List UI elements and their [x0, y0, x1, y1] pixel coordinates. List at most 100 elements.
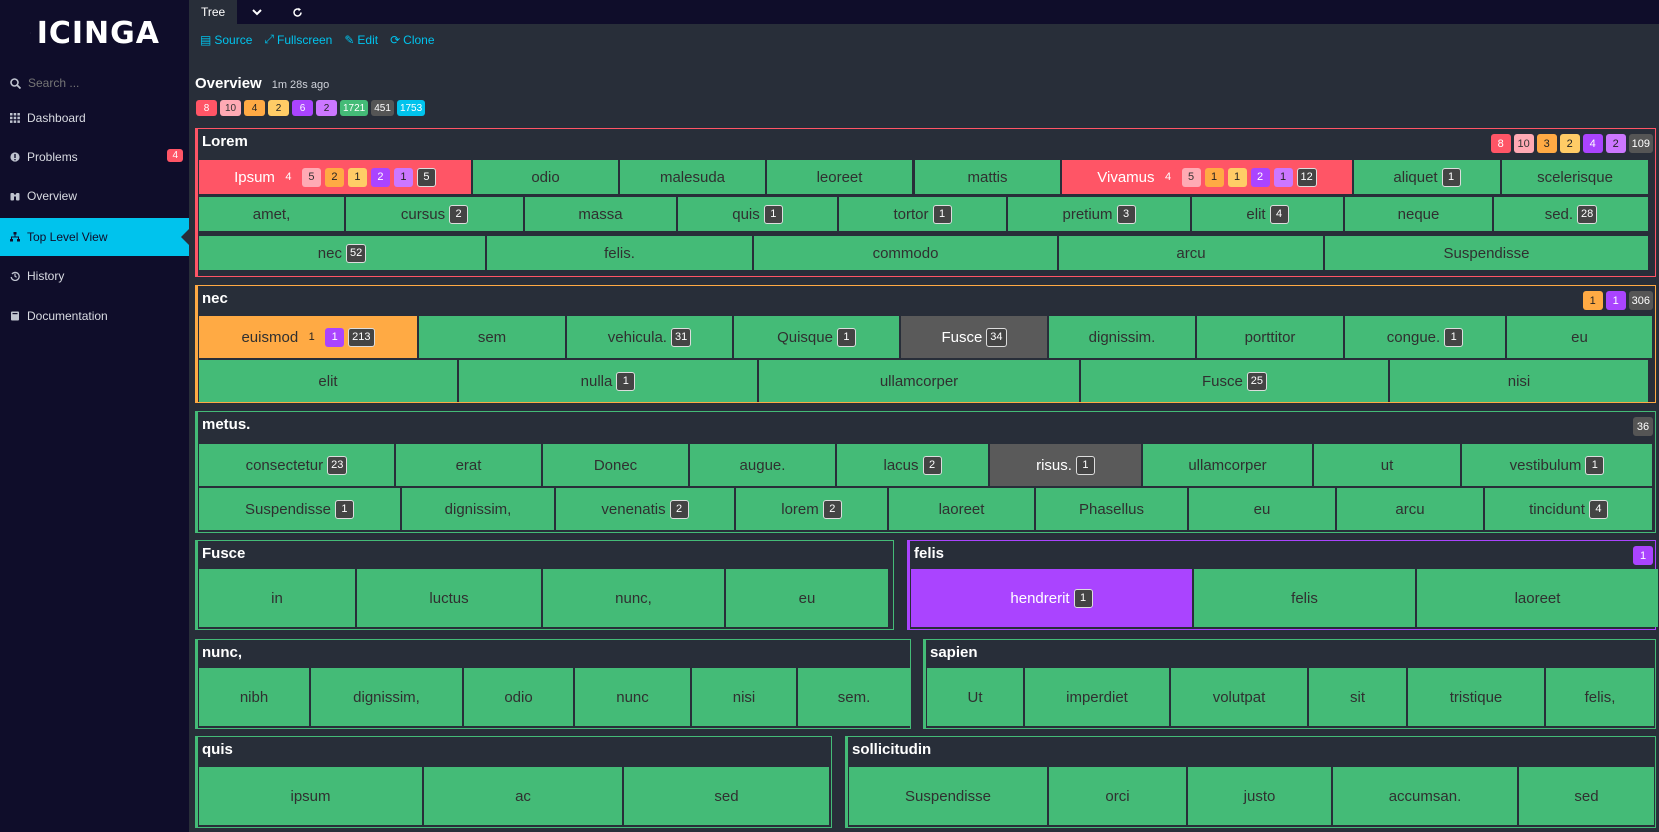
- state-count-badge[interactable]: 4: [1588, 499, 1608, 519]
- node-tile[interactable]: nibh: [199, 668, 309, 726]
- state-count-badge[interactable]: 5: [1181, 167, 1201, 187]
- state-count-badge[interactable]: 4: [278, 167, 298, 187]
- node-tile[interactable]: scelerisque: [1502, 160, 1648, 194]
- group-sapien[interactable]: sapien Ut imperdiet volutpat sit tristique fel…: [923, 639, 1656, 729]
- state-count-badge[interactable]: 34: [986, 327, 1007, 347]
- group-title[interactable]: metus.: [202, 416, 250, 433]
- group-nunc[interactable]: nunc, nibh dignissim, odio nunc nisi sem.: [195, 639, 911, 729]
- state-count-badge[interactable]: 10: [1513, 134, 1534, 153]
- refresh-icon[interactable]: [277, 0, 317, 24]
- node-tile[interactable]: neque: [1345, 197, 1492, 231]
- state-count-badge[interactable]: 1: [1204, 167, 1224, 187]
- node-tile[interactable]: accumsan.: [1333, 767, 1517, 825]
- node-tile[interactable]: felis: [1194, 569, 1415, 627]
- node-tile[interactable]: aliquet 1: [1354, 160, 1500, 194]
- state-count-badge[interactable]: 2: [1559, 134, 1580, 153]
- state-count-badge[interactable]: 4: [244, 100, 265, 116]
- state-count-badge[interactable]: 36: [1633, 417, 1653, 436]
- state-count-badge[interactable]: 2: [669, 499, 689, 519]
- state-count-badge[interactable]: 1: [836, 327, 856, 347]
- group-title[interactable]: quis: [202, 741, 233, 758]
- group-title[interactable]: Fusce: [202, 545, 245, 562]
- node-tile[interactable]: nec 52: [199, 236, 485, 270]
- group-quis[interactable]: quis ipsum ac sed: [195, 736, 832, 828]
- search-input[interactable]: [28, 76, 178, 90]
- state-count-badge[interactable]: 1: [616, 371, 636, 391]
- edit-link[interactable]: ✎ Edit: [344, 32, 378, 47]
- state-count-badge[interactable]: 1: [393, 167, 413, 187]
- node-tile[interactable]: augue.: [690, 444, 835, 486]
- state-count-badge[interactable]: 2: [822, 499, 842, 519]
- state-count-badge[interactable]: 1: [763, 204, 783, 224]
- sidebar-item-top-level-view[interactable]: Top Level View: [0, 218, 189, 256]
- node-tile[interactable]: odio: [473, 160, 618, 194]
- node-tile[interactable]: arcu: [1337, 488, 1483, 530]
- node-tile[interactable]: Fusce 25: [1081, 360, 1388, 402]
- node-tile[interactable]: quis 1: [678, 197, 837, 231]
- node-tile[interactable]: tristique: [1408, 668, 1544, 726]
- node-tile[interactable]: dignissim,: [311, 668, 462, 726]
- state-count-badge[interactable]: 2: [449, 204, 469, 224]
- node-tile[interactable]: ullamcorper: [759, 360, 1079, 402]
- sidebar-item-overview[interactable]: Overview: [0, 177, 189, 215]
- node-tile[interactable]: sed: [1519, 767, 1654, 825]
- node-tile[interactable]: erat: [396, 444, 541, 486]
- node-tile[interactable]: nisi: [692, 668, 796, 726]
- node-tile[interactable]: ullamcorper: [1143, 444, 1312, 486]
- node-tile[interactable]: vehicula. 31: [567, 316, 732, 358]
- node-tile[interactable]: malesuda: [620, 160, 765, 194]
- state-count-badge[interactable]: 1: [302, 327, 322, 347]
- node-tile[interactable]: lorem 2: [736, 488, 887, 530]
- node-tile[interactable]: Suspendisse: [1325, 236, 1648, 270]
- node-tile[interactable]: Ipsum 4 5 2 1 2 1 5: [199, 160, 471, 194]
- sidebar-item-dashboard[interactable]: Dashboard: [0, 99, 189, 137]
- state-count-badge[interactable]: 1: [1605, 291, 1626, 310]
- node-tile[interactable]: hendrerit 1: [911, 569, 1192, 627]
- state-count-badge[interactable]: 1: [325, 327, 345, 347]
- sidebar-item-history[interactable]: History: [0, 257, 189, 295]
- state-count-badge[interactable]: 2: [268, 100, 289, 116]
- node-tile[interactable]: amet,: [199, 197, 344, 231]
- state-count-badge[interactable]: 25: [1246, 371, 1268, 391]
- node-tile[interactable]: imperdiet: [1025, 668, 1169, 726]
- node-tile[interactable]: euismod 1 1 213: [199, 316, 417, 358]
- state-count-badge[interactable]: 1: [1227, 167, 1247, 187]
- group-title[interactable]: nec: [202, 290, 228, 307]
- node-tile[interactable]: nulla 1: [459, 360, 757, 402]
- node-tile[interactable]: elit: [199, 360, 457, 402]
- node-tile[interactable]: pretium 3: [1008, 197, 1190, 231]
- state-count-badge[interactable]: 3: [1116, 204, 1136, 224]
- node-tile[interactable]: sit: [1309, 668, 1406, 726]
- node-tile[interactable]: dignissim.: [1049, 316, 1195, 358]
- node-tile[interactable]: nisi: [1390, 360, 1648, 402]
- node-tile[interactable]: in: [199, 569, 355, 627]
- node-tile[interactable]: vestibulum 1: [1462, 444, 1652, 486]
- chevron-down-icon[interactable]: [237, 0, 277, 24]
- node-tile[interactable]: tortor 1: [839, 197, 1006, 231]
- state-count-badge[interactable]: 2: [370, 167, 390, 187]
- state-count-badge[interactable]: 10: [220, 100, 241, 116]
- state-count-badge[interactable]: 109: [1628, 134, 1653, 153]
- node-tile[interactable]: porttitor: [1197, 316, 1343, 358]
- group-lorem[interactable]: Lorem 8 10 3 2 4 2 109 Ipsum 4 5 2 1 2 1 5 odio malesuda l…: [195, 128, 1656, 277]
- state-count-badge[interactable]: 23: [327, 455, 348, 475]
- clone-link[interactable]: ⟳ Clone: [390, 32, 434, 47]
- node-tile[interactable]: ipsum: [199, 767, 422, 825]
- node-tile[interactable]: laoreet: [889, 488, 1034, 530]
- node-tile[interactable]: risus. 1: [990, 444, 1141, 486]
- node-tile[interactable]: Quisque 1: [734, 316, 899, 358]
- node-tile[interactable]: orci: [1049, 767, 1186, 825]
- node-tile[interactable]: luctus: [357, 569, 541, 627]
- node-tile[interactable]: cursus 2: [346, 197, 523, 231]
- node-tile[interactable]: odio: [464, 668, 573, 726]
- state-count-badge[interactable]: 1: [932, 204, 952, 224]
- node-tile[interactable]: Vivamus 4 5 1 1 2 1 12: [1062, 160, 1352, 194]
- node-tile[interactable]: felis,: [1546, 668, 1654, 726]
- state-count-badge[interactable]: 451: [371, 100, 394, 116]
- node-tile[interactable]: justo: [1188, 767, 1331, 825]
- state-count-badge[interactable]: 306: [1628, 291, 1653, 310]
- node-tile[interactable]: volutpat: [1171, 668, 1307, 726]
- state-count-badge[interactable]: 213: [348, 327, 375, 347]
- node-tile[interactable]: arcu: [1059, 236, 1323, 270]
- group-title[interactable]: nunc,: [202, 644, 242, 661]
